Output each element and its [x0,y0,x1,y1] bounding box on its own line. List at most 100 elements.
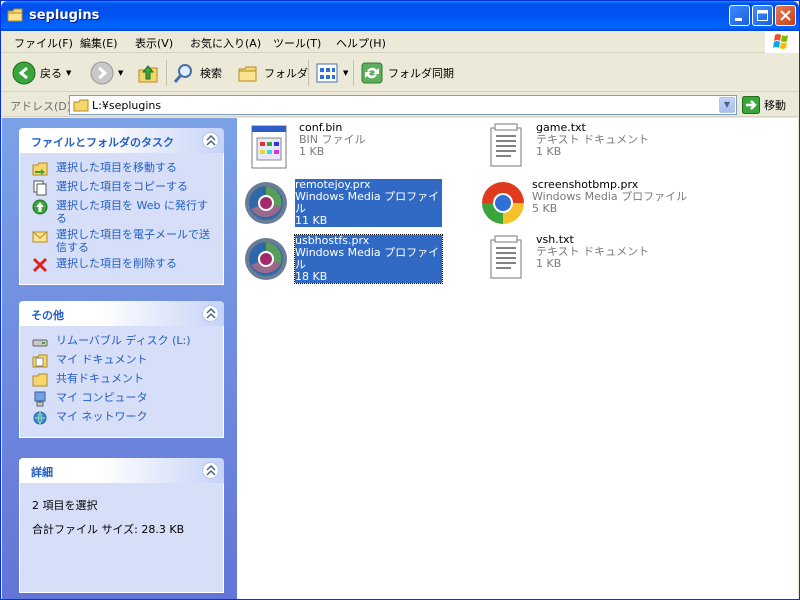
file-list-view[interactable]: conf.bin BIN ファイル 1 KB game.txt テキスト ドキュ… [237,118,798,599]
file-size: 1 KB [299,145,325,158]
menu-view[interactable]: 表示(V) [135,35,173,51]
file-type: Windows Media プロファイル [295,246,440,271]
file-item[interactable]: vsh.txt テキスト ドキュメント 1 KB [483,234,703,282]
go-button[interactable]: 移動 [742,96,786,114]
publish-web-icon [32,199,48,215]
media-profile-icon [245,182,287,224]
task-email[interactable]: 選択した項目を電子メールで送信する [32,228,213,254]
up-folder-button[interactable] [136,59,160,87]
text-file-icon [490,235,522,279]
panel-header[interactable]: その他 [19,301,224,326]
title-bar[interactable]: seplugins [1,1,799,31]
file-item[interactable]: remotejoy.prx Windows Media プロファイル 11 KB [242,179,442,227]
back-button[interactable]: 戻る ▼ [12,59,71,87]
copy-icon [33,180,47,196]
window-title: seplugins [29,8,100,23]
search-button[interactable]: 検索 [172,59,222,87]
folder-sync-label: フォルダ同期 [388,67,454,80]
file-info: usbhostfs.prx Windows Media プロファイル 18 KB [294,234,443,284]
file-item[interactable]: screenshotbmp.prx Windows Media プロファイル 5… [479,179,709,227]
file-size: 18 KB [295,270,328,283]
place-label: 共有ドキュメント [56,372,144,385]
panel-body: 選択した項目を移動する 選択した項目をコピーする 選択した項目を Web に発行… [19,153,224,285]
collapse-button[interactable] [202,132,219,149]
address-input[interactable]: L:¥seplugins ▼ [69,95,737,115]
folder-sync-button[interactable]: フォルダ同期 [360,59,454,87]
address-label: アドレス(D) [10,100,72,113]
folder-icon [7,8,23,22]
close-icon [780,10,791,21]
shared-documents-icon [32,373,48,387]
task-move[interactable]: 選択した項目を移動する [32,161,213,177]
chevron-up-icon [206,135,216,146]
menu-tools[interactable]: ツール(T) [273,35,321,51]
file-item[interactable]: game.txt テキスト ドキュメント 1 KB [483,122,703,170]
maximize-button[interactable] [752,5,773,26]
forward-button[interactable]: ▼ [90,59,123,87]
move-icon [32,162,48,176]
menu-help[interactable]: ヘルプ(H) [336,35,386,51]
go-label: 移動 [764,99,786,112]
panel-header[interactable]: ファイルとフォルダのタスク [19,128,224,153]
task-label: 選択した項目をコピーする [56,180,188,193]
menu-file[interactable]: ファイル(F) [14,35,73,51]
go-arrow-icon [742,96,760,114]
place-label: マイ ネットワーク [56,410,148,423]
task-copy[interactable]: 選択した項目をコピーする [32,180,213,196]
text-file-icon [490,123,522,167]
search-label: 検索 [200,67,222,80]
email-icon [32,231,48,243]
collapse-button[interactable] [202,305,219,322]
toolbar-separator [308,60,309,86]
explorer-window: seplugins ファイル(F) 編集(E) 表示(V) お気に入り(A) ツ… [0,0,800,600]
selection-count: 2 項目を選択 [32,499,98,512]
place-label: マイ ドキュメント [56,353,148,366]
address-value: L:¥seplugins [92,99,162,112]
minimize-button[interactable] [729,5,750,26]
place-my-documents[interactable]: マイ ドキュメント [32,353,213,369]
views-button[interactable]: ▼ [315,59,348,87]
menu-favorites[interactable]: お気に入り(A) [190,35,261,51]
address-dropdown-button[interactable]: ▼ [719,97,735,113]
panel-header[interactable]: 詳細 [19,458,224,483]
close-button[interactable] [775,5,796,26]
panel-title: その他 [31,309,64,322]
collapse-button[interactable] [202,462,219,479]
file-folder-tasks-panel: ファイルとフォルダのタスク 選択した項目を移動する 選択した項目をコピーする 選… [19,128,224,285]
file-item[interactable]: conf.bin BIN ファイル 1 KB [246,122,446,170]
menu-edit[interactable]: 編集(E) [80,35,118,51]
task-label: 選択した項目を Web に発行する [56,199,208,225]
chevron-up-icon [206,465,216,476]
maximize-icon [757,10,768,21]
media-profile-icon [482,182,524,224]
my-network-icon [33,411,47,426]
file-info: screenshotbmp.prx Windows Media プロファイル 5… [532,179,687,215]
panel-title: ファイルとフォルダのタスク [31,136,174,149]
place-shared-documents[interactable]: 共有ドキュメント [32,372,213,388]
address-bar: アドレス(D) L:¥seplugins ▼ 移動 [2,93,798,117]
up-folder-icon [138,65,158,83]
chevron-down-icon[interactable]: ▼ [66,69,71,77]
folders-button[interactable]: フォルダ [236,59,308,87]
menu-bar: ファイル(F) 編集(E) 表示(V) お気に入り(A) ツール(T) ヘルプ(… [2,31,798,53]
place-my-network[interactable]: マイ ネットワーク [32,410,213,426]
media-profile-icon [245,238,287,280]
place-my-computer[interactable]: マイ コンピュータ [32,391,213,407]
task-delete[interactable]: 選択した項目を削除する [32,257,213,273]
panel-body: 2 項目を選択 合計ファイル サイズ: 28.3 KB [19,483,224,593]
file-info: vsh.txt テキスト ドキュメント 1 KB [536,234,649,270]
task-publish-web[interactable]: 選択した項目を Web に発行する [32,199,213,225]
place-removable-disk[interactable]: リムーバブル ディスク (L:) [32,334,213,350]
file-item[interactable]: usbhostfs.prx Windows Media プロファイル 18 KB [242,234,443,284]
file-size: 11 KB [295,214,328,227]
views-icon [316,63,338,83]
back-label: 戻る [40,67,62,80]
place-label: マイ コンピュータ [56,391,148,404]
chevron-up-icon [206,308,216,319]
chevron-down-icon[interactable]: ▼ [343,69,348,77]
total-size: 合計ファイル サイズ: 28.3 KB [32,523,185,536]
file-size: 1 KB [536,145,562,158]
other-places-panel: その他 リムーバブル ディスク (L:) マイ ドキュメント 共有ドキュメント [19,301,224,438]
toolbar-separator [353,60,354,86]
chevron-down-icon[interactable]: ▼ [118,69,123,77]
